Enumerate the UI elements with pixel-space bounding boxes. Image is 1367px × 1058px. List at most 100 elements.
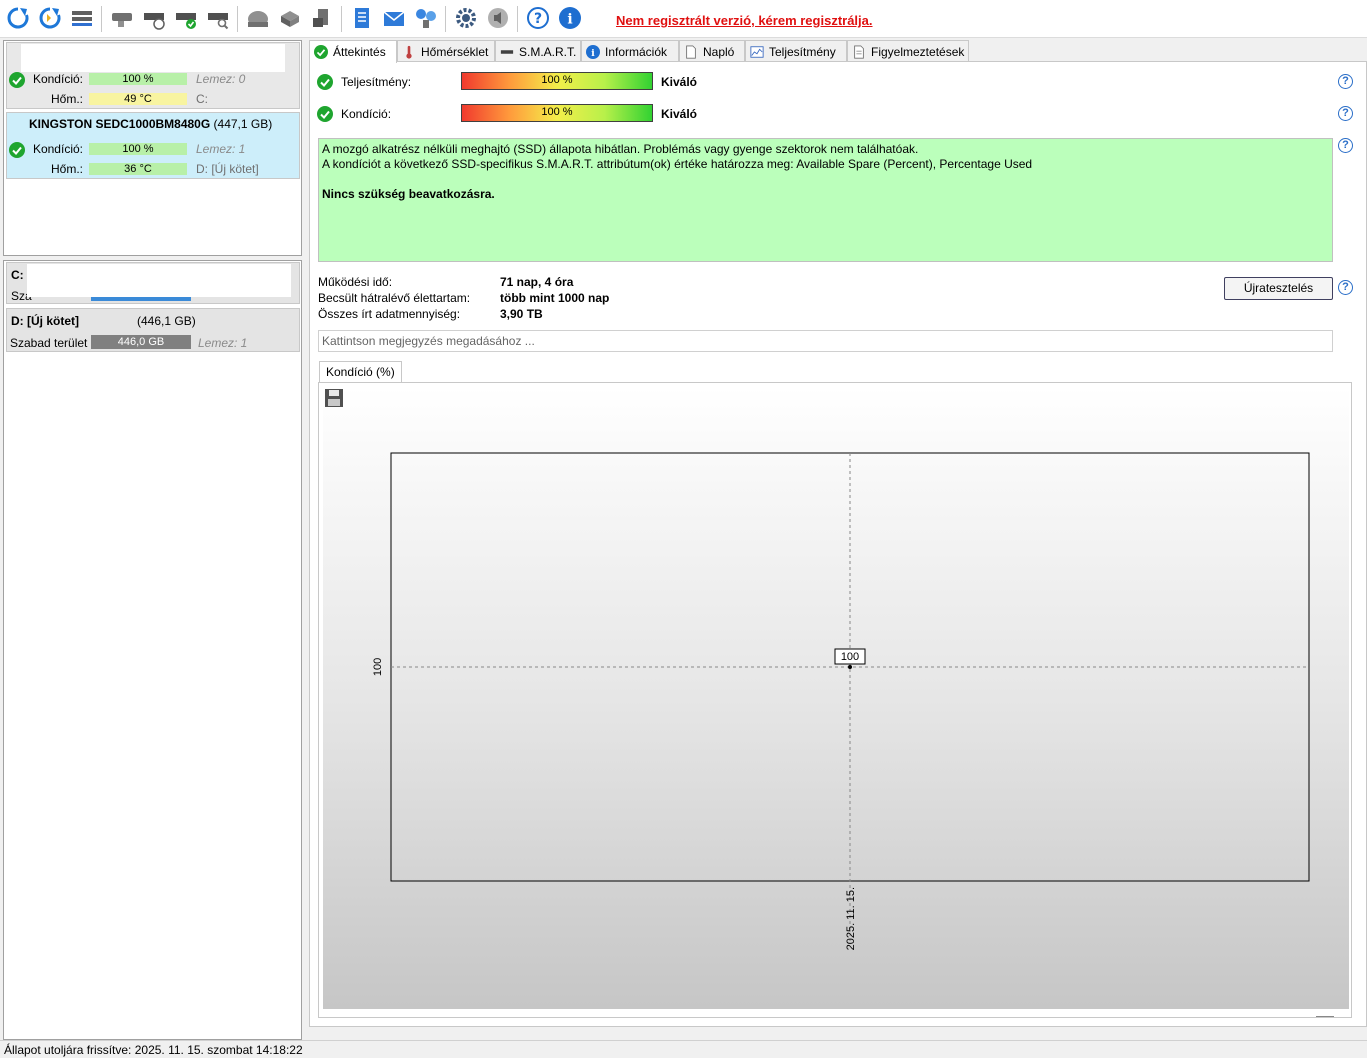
tab-label: Hőmérséklet [421, 44, 489, 59]
svg-text:i: i [567, 12, 572, 28]
disk-search-icon[interactable] [205, 5, 231, 31]
condition-chart: 100 2025. 11. 15. 100 [372, 452, 1310, 950]
volume-card-c[interactable]: C: Sza [6, 262, 300, 304]
ok-check-icon [317, 106, 333, 122]
ok-check-icon [317, 74, 333, 90]
status-line-1: A mozgó alkatrész nélküli meghajtó (SSD)… [322, 142, 919, 156]
disk-list-panel: Kondíció: 100 % Lemez: 0 Hőm.: 49 °C C: … [3, 40, 302, 256]
notes-icon[interactable] [349, 5, 375, 31]
note-input[interactable]: Kattintson megjegyzés megadásához ... [318, 330, 1333, 352]
overview-panel: Teljesítmény: 100 % Kiváló ? Kondíció: 1… [309, 61, 1367, 1027]
volume-info-redacted [27, 264, 291, 297]
svg-text:?: ? [534, 11, 542, 27]
disk-name-redacted [21, 44, 285, 72]
total-written-label: Összes írt adatmennyiség: [318, 307, 461, 321]
retest-button[interactable]: Újratesztelés [1224, 277, 1333, 300]
free-space-bar: 446,0 GB [91, 335, 191, 349]
status-line-2: A kondíciót a következő SSD-specifikus S… [322, 157, 1033, 171]
condition-bar: 100 % [89, 143, 187, 155]
y-tick-label: 100 [372, 658, 384, 676]
volume-letter: D: [Új kötet] [196, 162, 259, 176]
info-icon: i [586, 44, 600, 59]
chart-tab-condition[interactable]: Kondíció (%) [319, 361, 402, 383]
volume-size: (446,1 GB) [137, 314, 196, 328]
tab-information[interactable]: i Információk [581, 40, 679, 62]
mail-icon[interactable] [381, 5, 407, 31]
status-line-3: Nincs szükség beavatkozásra. [322, 187, 495, 201]
uptime-value: 71 nap, 4 óra [500, 275, 574, 289]
tab-label: Teljesítmény [769, 44, 836, 59]
x-tick-label: 2025. 11. 15. [845, 887, 857, 950]
tab-label: S.M.A.R.T. [519, 44, 577, 59]
volume-name: D: [Új kötet] [11, 314, 79, 328]
network-icon[interactable] [413, 5, 439, 31]
volume-letter: C: [196, 92, 208, 106]
data-point [848, 665, 852, 669]
volume-list-panel: C: Sza D: [Új kötet] (446,1 GB) Szabad t… [3, 260, 302, 1040]
tab-overview[interactable]: Áttekintés [309, 40, 397, 63]
disk-schedule-icon[interactable] [141, 5, 167, 31]
document-icon [686, 44, 696, 59]
disk-icon [500, 49, 514, 54]
refresh-all-icon[interactable] [37, 5, 63, 31]
total-written-value: 3,90 TB [500, 307, 543, 321]
volume-card-d[interactable]: D: [Új kötet] (446,1 GB) Szabad terület … [6, 308, 300, 352]
performance-value: 100 % [541, 74, 573, 86]
free-space-label: Szabad terület [10, 336, 88, 350]
disk-card-1[interactable]: KINGSTON SEDC1000BM8480G (447,1 GB) Kond… [6, 112, 300, 179]
condition-meter: 100 % [461, 104, 653, 122]
temp-label: Hőm.: [50, 162, 83, 176]
tab-log[interactable]: Napló [679, 40, 745, 62]
status-bar: Állapot utoljára frissítve: 2025. 11. 15… [0, 1040, 1367, 1058]
disk-icon[interactable] [109, 5, 135, 31]
disk-index: Lemez: 1 [198, 336, 248, 350]
resize-grip [1316, 1016, 1334, 1017]
performance-rating: Kiváló [661, 75, 698, 89]
disk-index: Lemez: 0 [196, 72, 246, 86]
disk-index: Lemez: 1 [196, 142, 246, 156]
performance-meter: 100 % [461, 72, 653, 90]
help-icon[interactable]: ? [1338, 280, 1353, 295]
help-icon[interactable]: ? [1338, 74, 1353, 89]
drive-list-icon[interactable] [69, 5, 95, 31]
condition-label: Kondíció: [32, 72, 83, 86]
help-icon[interactable]: ? [525, 5, 551, 31]
data-label: 100 [841, 651, 859, 663]
remaining-life-value: több mint 1000 nap [500, 291, 610, 305]
tab-alerts[interactable]: Figyelmeztetések [847, 40, 969, 62]
temp-bar: 36 °C [89, 163, 187, 175]
help-icon[interactable]: ? [1338, 138, 1353, 153]
tab-label: Információk [605, 44, 668, 59]
toolbar: ? i Nem regisztrált verzió, kérem regisz… [0, 0, 1367, 38]
settings-icon[interactable] [453, 5, 479, 31]
condition-label: Kondíció: [32, 142, 83, 156]
condition-bar: 100 % [89, 73, 187, 85]
network-disk-icon[interactable] [277, 5, 303, 31]
tab-label: Figyelmeztetések [871, 44, 965, 59]
thermometer-icon [406, 45, 412, 59]
disk-check-icon[interactable] [173, 5, 199, 31]
performance-label: Teljesítmény: [341, 75, 412, 89]
tab-temperature[interactable]: Hőmérséklet [397, 40, 495, 62]
svg-text:i: i [591, 47, 595, 58]
chart-area: 100 2025. 11. 15. 100 [318, 382, 1352, 1018]
help-icon[interactable]: ? [1338, 106, 1353, 121]
uptime-label: Működési idő: [318, 275, 393, 289]
volume-name: C: [11, 268, 24, 282]
ok-check-icon [314, 45, 328, 59]
disk-card-0[interactable]: Kondíció: 100 % Lemez: 0 Hőm.: 49 °C C: [6, 42, 300, 109]
cloud-disk-icon[interactable] [245, 5, 271, 31]
tab-performance[interactable]: Teljesítmény [745, 40, 847, 62]
refresh-icon[interactable] [5, 5, 31, 31]
external-disk-icon[interactable] [309, 5, 335, 31]
remaining-life-label: Becsült hátralévő élettartam: [318, 291, 471, 305]
info-icon[interactable]: i [557, 5, 583, 31]
alerts-document-icon [854, 44, 864, 59]
tab-label: Napló [703, 44, 735, 59]
speaker-icon[interactable] [485, 5, 511, 31]
tab-smart[interactable]: S.M.A.R.T. [495, 40, 581, 62]
status-message-box: A mozgó alkatrész nélküli meghajtó (SSD)… [318, 138, 1333, 262]
condition-rating: Kiváló [661, 107, 698, 121]
disk-capacity: (447,1 GB) [213, 117, 273, 131]
unregistered-notice-link[interactable]: Nem regisztrált verzió, kérem regisztrál… [616, 13, 873, 28]
